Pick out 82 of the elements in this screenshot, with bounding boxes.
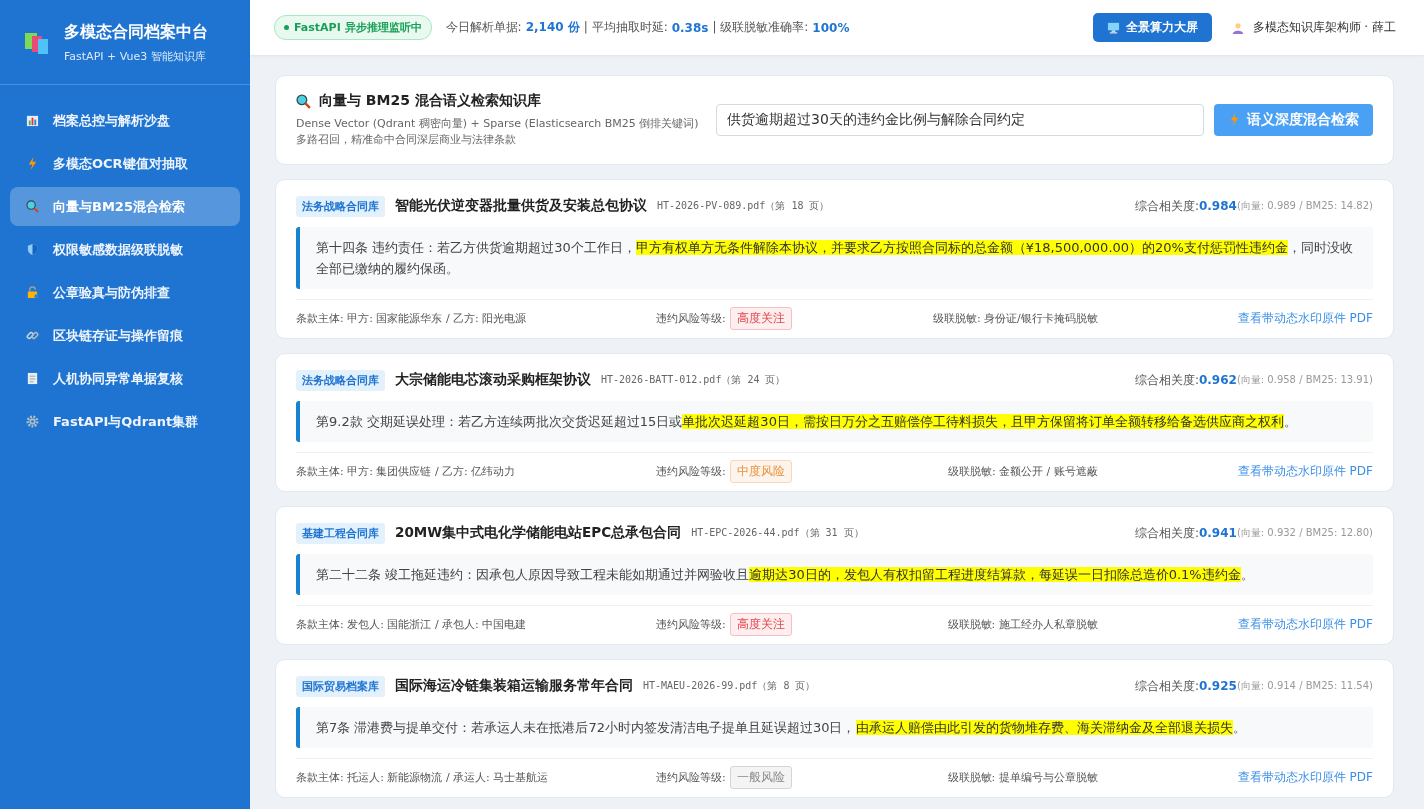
books-icon bbox=[24, 30, 50, 56]
contract-title: 20MW集中式电化学储能电站EPC总承包合同 bbox=[395, 524, 682, 543]
risk-tag: 一般风险 bbox=[729, 766, 792, 790]
score-label: 综合相关度: bbox=[1134, 197, 1199, 215]
nav-item[interactable]: 权限敏感数据级联脱敏 bbox=[10, 230, 240, 269]
chain-link-icon bbox=[26, 329, 39, 342]
user-icon bbox=[1231, 21, 1244, 34]
score-value: 0.962 bbox=[1198, 373, 1237, 388]
nav-item[interactable]: 档案总控与解析沙盘 bbox=[10, 101, 240, 140]
padlock-icon bbox=[26, 286, 39, 299]
pdf-link[interactable]: 查看带动态水印原件 PDF bbox=[1237, 463, 1373, 481]
score-label: 综合相关度: bbox=[1134, 371, 1199, 389]
file-name: HT-EPC-2026-44.pdf（第 31 页） bbox=[691, 526, 864, 541]
stat-value: 100% bbox=[812, 20, 850, 35]
stat-label: 今日解析单据: bbox=[445, 19, 522, 36]
search-button[interactable]: 语义深度混合检索 bbox=[1214, 103, 1373, 136]
score-detail: (向量: 0.932 / BM25: 12.80) bbox=[1236, 526, 1373, 541]
panel-title: 向量与 BM25 混合语义检索知识库 bbox=[319, 92, 541, 110]
score-value: 0.941 bbox=[1198, 526, 1237, 541]
search-icon bbox=[26, 200, 39, 213]
pdf-link[interactable]: 查看带动态水印原件 PDF bbox=[1237, 769, 1373, 787]
contract-title: 智能光伏逆变器批量供货及安装总包协议 bbox=[395, 197, 647, 216]
stat-label: | 级联脱敏准确率: bbox=[712, 19, 809, 36]
risk-label: 违约风险等级: bbox=[656, 311, 726, 327]
panel-description: Dense Vector (Qdrant 稠密向量) + Sparse (Elasticsearch BM25 倒排关键词) 多路召回，精准命中合同深层商业与法律条款 bbox=[296, 116, 700, 148]
parties-text: 条款主体: 发包人: 国能浙江 / 承包人: 中国电建 bbox=[296, 617, 528, 633]
file-name: HT-2026-PV-089.pdf（第 18 页） bbox=[657, 199, 830, 214]
contract-title: 国际海运冷链集装箱运输服务常年合同 bbox=[395, 677, 633, 696]
shield-icon bbox=[26, 243, 39, 256]
score-value: 0.925 bbox=[1198, 679, 1237, 694]
app-subtitle: FastAPI + Vue3 智能知识库 bbox=[64, 49, 207, 64]
score-value: 0.984 bbox=[1198, 199, 1237, 214]
stat-value: 0.38s bbox=[671, 20, 709, 35]
status-badge: FastAPI 异步推理监听中 bbox=[274, 15, 432, 40]
file-name: HT-2026-BATT-012.pdf（第 24 页） bbox=[601, 373, 786, 388]
nav-item[interactable]: 多模态OCR键值对抽取 bbox=[10, 144, 240, 183]
masking-text: 级联脱敏: 金额公开 / 账号遮蔽 bbox=[947, 464, 1098, 480]
clause-text: 第7条 滞港费与提单交付：若承运人未在抵港后72小时内签发清洁电子提单且延误超过30日，由承运人赔偿由此引发的货物堆存费、海关滞纳金及全部退关损失。 bbox=[296, 706, 1373, 748]
library-tag: 基建工程合同库 bbox=[296, 522, 385, 544]
score-detail: (向量: 0.958 / BM25: 13.91) bbox=[1236, 373, 1373, 388]
pdf-link[interactable]: 查看带动态水印原件 PDF bbox=[1237, 616, 1373, 634]
app-title: 多模态合同档案中台 bbox=[64, 22, 208, 43]
contract-title: 大宗储能电芯滚动采购框架协议 bbox=[395, 371, 591, 390]
dashboard-button[interactable]: 全景算力大屏 bbox=[1092, 13, 1212, 42]
risk-tag: 高度关注 bbox=[729, 307, 792, 331]
masking-text: 级联脱敏: 身份证/银行卡掩码脱敏 bbox=[932, 311, 1098, 327]
clause-text: 第十四条 违约责任：若乙方供货逾期超过30个工作日，甲方有权单方无条件解除本协议，并要求乙方按照合同标的总金额（¥18,500,000.00）的20%支付惩罚性违约金，同时没收全部已缴纳的履约保函。 bbox=[296, 226, 1373, 289]
lightning-icon bbox=[26, 157, 39, 170]
masking-text: 级联脱敏: 施工经办人私章脱敏 bbox=[947, 617, 1098, 633]
file-name: HT-MAEU-2026-99.pdf（第 8 页） bbox=[643, 679, 816, 694]
gear-icon bbox=[26, 415, 39, 428]
nav-item[interactable]: 人机协同异常单据复核 bbox=[10, 359, 240, 398]
risk-label: 违约风险等级: bbox=[656, 770, 726, 786]
score-detail: (向量: 0.914 / BM25: 11.54) bbox=[1236, 679, 1373, 694]
risk-label: 违约风险等级: bbox=[656, 464, 726, 480]
library-tag: 法务战略合同库 bbox=[296, 195, 385, 217]
risk-tag: 中度风险 bbox=[729, 460, 792, 484]
nav-item[interactable]: 公章验真与防伪排查 bbox=[10, 273, 240, 312]
search-icon bbox=[296, 93, 311, 109]
bar-chart-icon bbox=[26, 114, 39, 127]
score-label: 综合相关度: bbox=[1134, 524, 1199, 542]
parties-text: 条款主体: 甲方: 国家能源华东 / 乙方: 阳光电源 bbox=[296, 311, 528, 327]
masking-text: 级联脱敏: 提单编号与公章脱敏 bbox=[947, 770, 1098, 786]
search-field[interactable]: 供货逾期超过30天的违约金比例与解除合同约定 bbox=[716, 103, 1204, 136]
parties-text: 条款主体: 托运人: 新能源物流 / 承运人: 马士基航运 bbox=[296, 770, 550, 786]
risk-tag: 高度关注 bbox=[729, 613, 792, 637]
stat-value: 2,140 份 bbox=[525, 19, 580, 36]
user-name: 多模态知识库架构师 · 薛工 bbox=[1252, 19, 1396, 36]
score-detail: (向量: 0.989 / BM25: 14.82) bbox=[1236, 199, 1373, 214]
nav-item[interactable]: 区块链存证与操作留痕 bbox=[10, 316, 240, 355]
monitor-icon bbox=[1106, 21, 1120, 34]
risk-label: 违约风险等级: bbox=[656, 617, 726, 633]
lightning-icon bbox=[1228, 113, 1241, 127]
score-label: 综合相关度: bbox=[1134, 677, 1199, 695]
pdf-link[interactable]: 查看带动态水印原件 PDF bbox=[1237, 310, 1373, 328]
nav-item[interactable]: 向量与BM25混合检索 bbox=[10, 187, 240, 226]
library-tag: 法务战略合同库 bbox=[296, 369, 385, 391]
parties-text: 条款主体: 甲方: 集团供应链 / 乙方: 亿纬动力 bbox=[296, 464, 517, 480]
stat-label: | 平均抽取时延: bbox=[583, 19, 668, 36]
clipboard-icon bbox=[26, 372, 39, 385]
library-tag: 国际贸易档案库 bbox=[296, 675, 385, 697]
nav-item[interactable]: FastAPI与Qdrant集群 bbox=[10, 402, 240, 441]
